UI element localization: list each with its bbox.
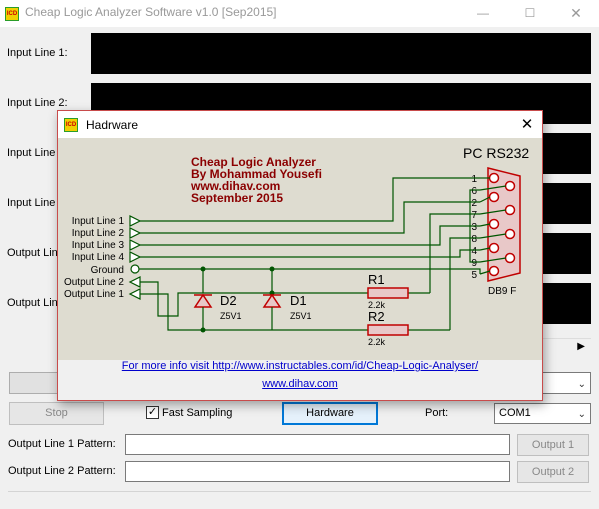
app-icon: ICD [5,7,19,21]
status-divider [8,491,591,492]
db9-pin-1 [488,172,500,184]
diode-d1-symbol [262,293,282,308]
maximize-button[interactable]: ☐ [507,0,553,27]
pin-number: 9 [471,258,477,269]
pin-number: 5 [471,270,477,281]
stop-button[interactable]: Stop [9,402,104,425]
schematic-label-output-2: Output Line 2 [64,277,124,288]
schematic-label-input-3: Input Line 3 [72,240,125,251]
channel-label-input-2: Input Line 2: [7,97,68,109]
d1-label: D1 [290,293,307,308]
channel-label-input-1: Input Line 1: [7,47,68,59]
schematic-heading-4: September 2015 [191,191,283,205]
pin-number: 3 [471,222,477,233]
connector-label: DB9 F [488,286,516,297]
db9-pin-7 [504,204,516,216]
r1-label: R1 [368,272,385,287]
channel-label-output-2: Output Line [7,297,64,309]
pin-number: 2 [471,198,477,209]
r2-label: R2 [368,309,385,324]
schematic-label-output-1: Output Line 1 [64,289,124,300]
horizontal-scrollbar[interactable]: ▶ [540,338,591,356]
chevron-down-icon: ⌄ [577,409,586,420]
fast-sampling-label: Fast Sampling [162,407,233,419]
channel-label-input-4: Input Line [7,197,56,209]
dialog-close-button[interactable]: ✕ [512,111,542,138]
output1-pattern-label: Output Line 1 Pattern: [8,438,116,450]
resistor-r2-symbol [367,324,409,336]
db9-pin-2 [488,191,500,203]
pin-number: 7 [471,210,477,221]
hardware-button[interactable]: Hardware [282,402,378,425]
instructables-link[interactable]: For more info visit http://www.instructa… [58,360,542,372]
hardware-dialog: ICD Hadrware ✕ Cheap Logic Analyzer By M… [57,110,543,401]
connector-title: PC RS232 [463,145,529,161]
resistor-r1-symbol [367,287,409,299]
scroll-right-icon[interactable]: ▶ [577,341,585,352]
d2-label: D2 [220,293,237,308]
output2-pattern-label: Output Line 2 Pattern: [8,465,116,477]
schematic-label-input-2: Input Line 2 [72,228,125,239]
close-button[interactable]: ✕ [553,0,599,27]
chevron-down-icon: ⌄ [577,379,586,390]
channel-label-output-1: Output Line [7,247,64,259]
db9-pin-6 [504,180,516,192]
port-select[interactable]: COM1 ⌄ [494,403,591,424]
output1-button[interactable]: Output 1 [517,434,589,456]
channel-label-input-3: Input Line [7,147,56,159]
db9-pin-5 [488,265,500,277]
minimize-button[interactable]: — [460,0,506,27]
db9-pin-9 [504,252,516,264]
port-label: Port: [425,407,449,419]
dialog-title: Hadrware [86,118,139,132]
plot-input-4 [540,183,591,224]
dialog-icon: ICD [64,118,78,132]
pin-number: 6 [471,186,477,197]
diode-d2-symbol [193,293,213,308]
pin-number: 8 [471,234,477,245]
schematic-label-ground: Ground [91,265,124,276]
d1-value: Z5V1 [290,311,312,321]
d2-value: Z5V1 [220,311,242,321]
db9-pin-3 [488,218,500,230]
dihav-link[interactable]: www.dihav.com [58,378,542,390]
output2-pattern-input[interactable] [125,461,510,482]
schematic-diagram: Cheap Logic Analyzer By Mohammad Yousefi… [58,138,542,360]
plot-input-1 [91,33,591,74]
dialog-title-bar: ICD Hadrware ✕ [58,111,542,138]
schematic-label-input-4: Input Line 4 [72,252,125,263]
plot-output-2 [540,283,591,324]
title-bar: ICD Cheap Logic Analyzer Software v1.0 [… [0,0,599,27]
port-value: COM1 [499,407,531,419]
plot-output-1 [540,233,591,274]
r2-value: 2.2k [368,337,386,347]
output2-button[interactable]: Output 2 [517,461,589,483]
window-title: Cheap Logic Analyzer Software v1.0 [Sep2… [25,5,277,19]
db9-pin-4 [488,242,500,254]
db9-pin-8 [504,228,516,240]
pin-number: 4 [471,246,477,257]
fast-sampling-checkbox[interactable]: ✓ [146,406,159,419]
plot-input-3 [540,133,591,174]
output1-pattern-input[interactable] [125,434,510,455]
pin-number: 1 [471,174,477,185]
schematic-label-input-1: Input Line 1 [72,216,125,227]
